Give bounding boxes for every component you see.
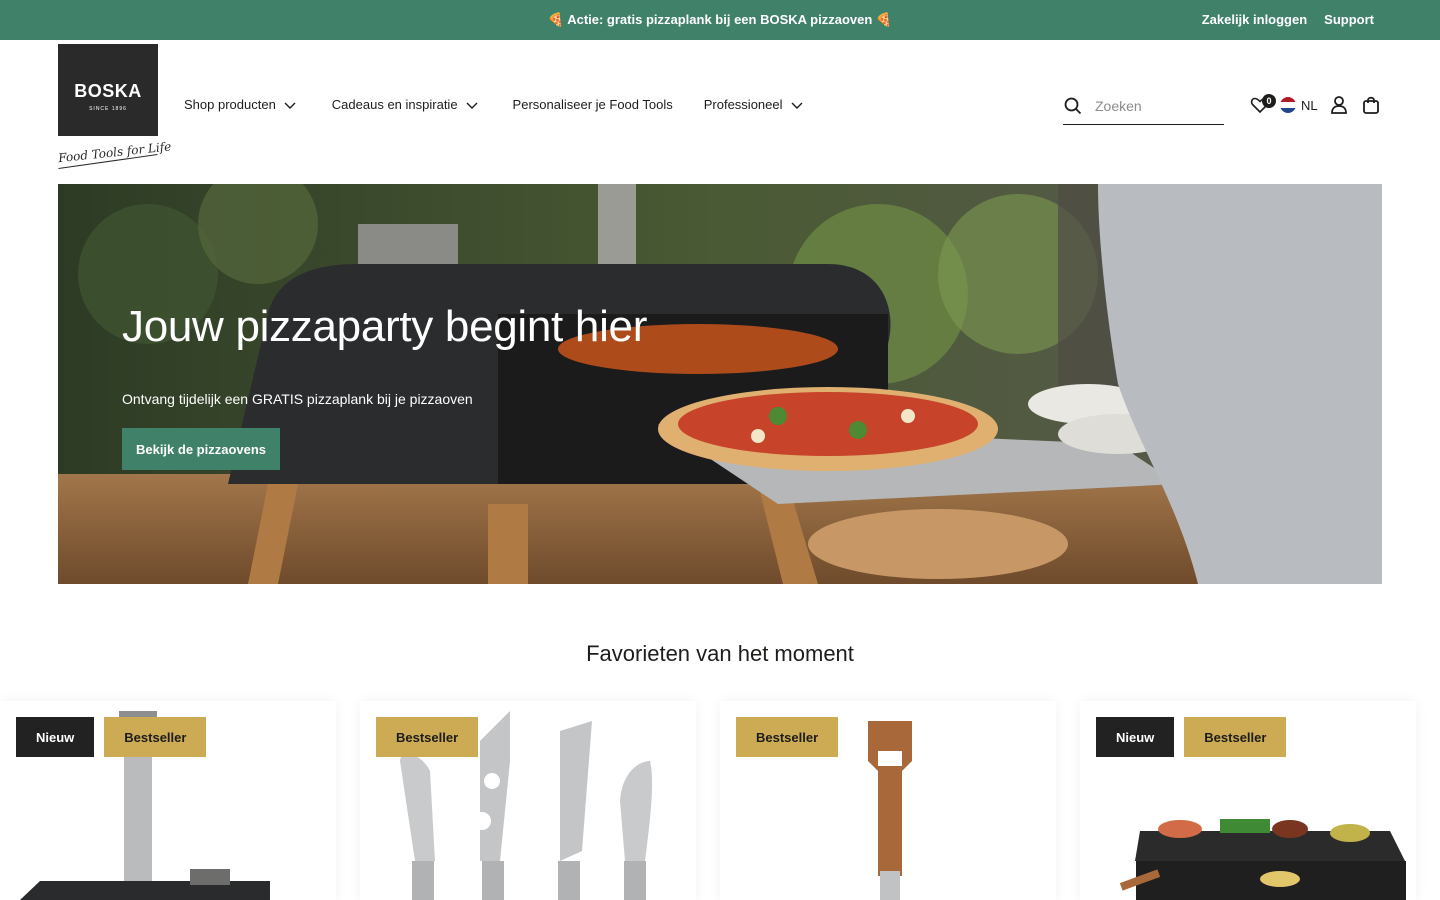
search-icon[interactable] xyxy=(1064,97,1082,115)
support-link[interactable]: Support xyxy=(1324,12,1374,27)
logo-brand: BOSKA xyxy=(74,81,142,101)
nav-professional-label: Professioneel xyxy=(703,97,783,112)
bag-icon[interactable] xyxy=(1362,95,1380,115)
product-badges: Bestseller xyxy=(376,717,479,757)
top-links: Zakelijk inloggen Support xyxy=(1202,12,1374,27)
hero-title: Jouw pizzaparty begint hier xyxy=(122,302,648,351)
chevron-down-icon xyxy=(466,102,478,109)
product-badges: Nieuw Bestseller xyxy=(1096,717,1287,757)
badge-new: Nieuw xyxy=(16,717,95,757)
badge-bestseller: Bestseller xyxy=(376,717,479,757)
favorites-title: Favorieten van het moment xyxy=(586,641,854,666)
chevron-down-icon xyxy=(791,102,803,109)
badge-new: Nieuw xyxy=(1096,717,1175,757)
badge-bestseller: Bestseller xyxy=(104,717,207,757)
announcement-bar: 🍕 Actie: gratis pizzaplank bij een BOSKA… xyxy=(0,0,1440,40)
view-pizza-ovens-button[interactable]: Bekijk de pizzaovens xyxy=(122,428,280,470)
badge-bestseller: Bestseller xyxy=(736,717,839,757)
nav-shop-products-label: Shop producten xyxy=(184,97,276,112)
search-input[interactable] xyxy=(1095,98,1215,114)
flag-nl-icon xyxy=(1280,97,1296,113)
nav-personalize[interactable]: Personaliseer je Food Tools xyxy=(513,97,673,112)
main-nav: Shop producten Cadeaus en inspiratie Per… xyxy=(184,97,839,112)
nav-gifts-inspiration[interactable]: Cadeaus en inspiratie xyxy=(332,97,479,112)
search-bar xyxy=(1063,88,1224,125)
nav-personalize-label: Personaliseer je Food Tools xyxy=(512,97,673,112)
wishlist-count-badge: 0 xyxy=(1262,94,1276,108)
nav-gifts-inspiration-label: Cadeaus en inspiratie xyxy=(331,97,458,112)
user-icon[interactable] xyxy=(1330,95,1348,115)
business-login-link[interactable]: Zakelijk inloggen xyxy=(1202,12,1307,27)
product-badges: Nieuw Bestseller xyxy=(16,717,207,757)
nav-shop-products[interactable]: Shop producten xyxy=(184,97,297,112)
badge-bestseller: Bestseller xyxy=(1184,717,1287,757)
hero-banner: Jouw pizzaparty begint hier Ontvang tijd… xyxy=(58,184,1382,584)
language-selector[interactable]: NL xyxy=(1280,97,1318,113)
logo[interactable]: BOSKA SINCE 1896 Food Tools for Life xyxy=(58,44,172,170)
product-card-cheese-fork[interactable]: Bestseller xyxy=(720,701,1056,900)
logo-since: SINCE 1896 xyxy=(89,106,127,112)
header-icons: 0 NL xyxy=(1250,94,1380,116)
product-card-cheese-knives[interactable]: Bestseller xyxy=(360,701,696,900)
product-card-raclette-grill[interactable]: Nieuw Bestseller xyxy=(1080,701,1416,900)
chevron-down-icon xyxy=(284,102,296,109)
logo-box: BOSKA SINCE 1896 xyxy=(58,44,158,136)
wishlist-button[interactable]: 0 xyxy=(1250,94,1276,116)
language-code: NL xyxy=(1301,97,1318,113)
product-badges: Bestseller xyxy=(736,717,839,757)
hero-image xyxy=(58,184,1382,584)
product-card-pizza-oven[interactable]: Nieuw Bestseller xyxy=(0,701,336,900)
hero-subtitle: Ontvang tijdelijk een GRATIS pizzaplank … xyxy=(122,391,473,407)
nav-professional[interactable]: Professioneel xyxy=(704,97,804,112)
